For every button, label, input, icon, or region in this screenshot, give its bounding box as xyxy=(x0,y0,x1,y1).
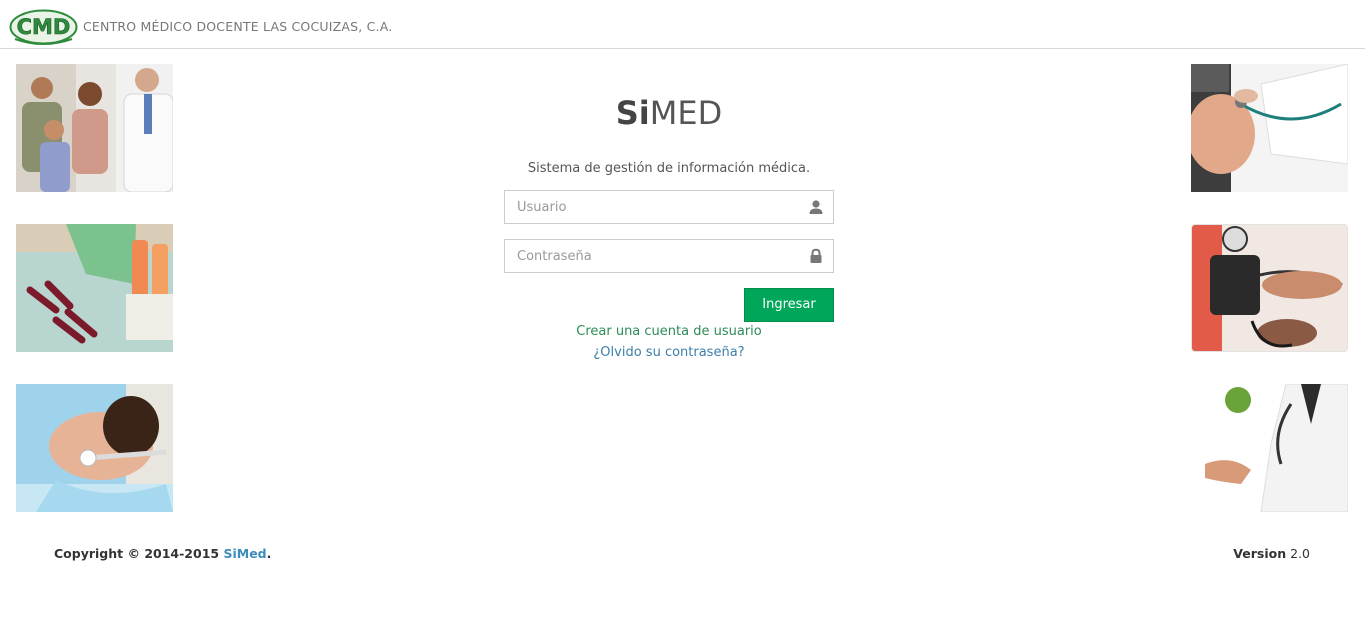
forgot-password-link[interactable]: ¿Olvido su contraseña? xyxy=(504,345,834,360)
version-info: Version 2.0 xyxy=(1233,546,1310,561)
lock-icon xyxy=(808,248,824,264)
create-account-link[interactable]: Crear una cuenta de usuario xyxy=(504,324,834,339)
login-button[interactable]: Ingresar xyxy=(744,288,834,322)
doctor-apple-photo xyxy=(1191,384,1348,512)
username-input[interactable] xyxy=(505,191,795,223)
app-title-light: MED xyxy=(649,94,723,132)
blood-samples-photo xyxy=(16,224,173,352)
facial-treatment-photo xyxy=(16,384,173,512)
family-doctor-photo xyxy=(16,64,173,192)
copyright-suffix: . xyxy=(266,546,272,561)
username-field xyxy=(504,190,834,224)
organization-name: CENTRO MÉDICO DOCENTE LAS COCUIZAS, C.A. xyxy=(83,19,393,34)
simed-link[interactable]: SiMed xyxy=(223,546,266,561)
blood-pressure-photo xyxy=(1191,224,1348,352)
app-subtitle: Sistema de gestión de información médica… xyxy=(527,161,811,176)
password-input[interactable] xyxy=(505,240,795,272)
copyright: Copyright © 2014-2015 SiMed. xyxy=(54,546,271,561)
app-title: SiMED xyxy=(504,92,834,134)
password-field xyxy=(504,239,834,273)
cmd-logo[interactable]: CMD xyxy=(9,9,78,45)
copyright-prefix: Copyright © 2014-2015 xyxy=(54,546,220,561)
user-icon xyxy=(808,199,824,215)
top-bar: CMD CENTRO MÉDICO DOCENTE LAS COCUIZAS, … xyxy=(0,0,1365,49)
logo-text: CMD xyxy=(17,15,71,39)
version-label: Version xyxy=(1233,546,1287,561)
pregnancy-checkup-photo xyxy=(1191,64,1348,192)
app-title-bold: Si xyxy=(615,94,650,132)
version-value: 2.0 xyxy=(1290,546,1310,561)
